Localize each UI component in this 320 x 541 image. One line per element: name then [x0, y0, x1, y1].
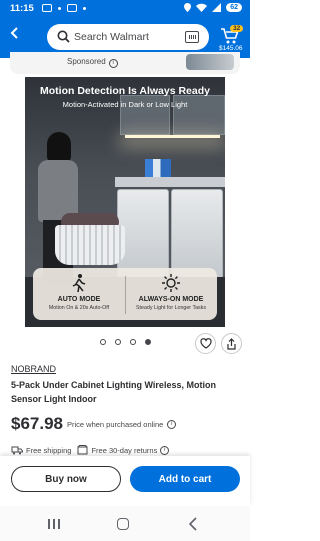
notification-dot-icon [58, 6, 61, 10]
cart-total: $145.06 [219, 45, 243, 52]
notification-app-icon [42, 4, 52, 12]
product-price: $67.98 [11, 414, 63, 433]
home-icon[interactable] [117, 518, 129, 530]
status-bar: 11:15 62 [0, 0, 250, 19]
purchase-bar: Buy now Add to cart [0, 456, 250, 506]
dryer [171, 189, 223, 279]
free-returns-badge: Free 30-day returns i [77, 445, 170, 455]
wifi-icon [196, 3, 208, 12]
battery-icon: 62 [226, 3, 242, 12]
counter-shelf [115, 177, 225, 187]
system-nav-bar [0, 506, 250, 541]
back-nav-icon[interactable] [188, 517, 198, 531]
carousel-dot[interactable] [100, 339, 106, 345]
product-title: 5-Pack Under Cabinet Lighting Wireless, … [11, 380, 216, 404]
notification-app-icon [67, 4, 77, 12]
favorite-button[interactable] [195, 333, 216, 354]
add-to-cart-button[interactable]: Add to cart [130, 466, 240, 492]
returns-text: Free 30-day returns [91, 445, 158, 455]
price-note-text: Price when purchased online [67, 420, 164, 429]
carousel-dot[interactable] [130, 339, 136, 345]
shipping-text: Free shipping [26, 445, 72, 455]
sponsored-card[interactable]: Sponsored i [10, 52, 240, 74]
system-icons: 62 [184, 3, 242, 12]
notification-dot-icon [83, 6, 86, 10]
price-note: Price when purchased online i [67, 420, 177, 429]
cart-button[interactable]: 32 $145.06 [217, 23, 247, 55]
modes-panel: AUTO MODE Motion On & 20s Auto-Off ALWAY… [33, 268, 217, 320]
mode-subtitle: Steady Light for Longer Tasks [136, 305, 206, 311]
recents-icon[interactable] [48, 519, 60, 529]
truck-icon [11, 446, 23, 454]
mode-auto: AUTO MODE Motion On & 20s Auto-Off [33, 272, 125, 318]
carousel-dot-active[interactable] [145, 339, 151, 345]
walking-person-icon [72, 274, 86, 293]
signal-icon [212, 3, 222, 12]
chevron-left-icon [10, 27, 18, 39]
barcode-scan-icon[interactable] [185, 31, 199, 43]
share-icon [227, 338, 236, 350]
carousel-dot[interactable] [115, 339, 121, 345]
status-time: 11:15 [10, 3, 34, 14]
free-shipping-badge: Free shipping [11, 445, 71, 455]
image-headline: Motion Detection Is Always Ready [40, 85, 210, 97]
mode-subtitle: Motion On & 20s Auto-Off [48, 305, 110, 311]
return-box-icon [77, 445, 88, 455]
search-icon [57, 30, 70, 43]
cart-count-badge: 32 [230, 25, 244, 32]
search-bar[interactable] [47, 24, 209, 50]
heart-icon [199, 338, 212, 349]
back-button[interactable] [8, 26, 26, 44]
light-strip [125, 135, 220, 138]
mode-title: ALWAYS-ON MODE [138, 296, 204, 303]
mode-title: AUTO MODE [57, 296, 101, 303]
share-button[interactable] [221, 333, 242, 354]
buy-now-button[interactable]: Buy now [11, 466, 121, 492]
detergent-bottles [145, 159, 171, 179]
badges-row: Free shipping Free 30-day returns i [11, 445, 170, 455]
app-header: 11:15 62 32 $145.06 [0, 0, 250, 58]
search-input[interactable] [74, 29, 179, 45]
sponsored-text: Sponsored i [67, 57, 118, 68]
info-icon[interactable]: i [160, 445, 170, 455]
sun-icon [162, 274, 180, 292]
product-image[interactable]: Motion Detection Is Always Ready Motion-… [25, 77, 225, 327]
image-subheadline: Motion-Activated in Dark or Low Light [62, 100, 188, 109]
location-icon [184, 3, 192, 12]
notification-icons [42, 4, 86, 12]
mode-always-on: ALWAYS-ON MODE Steady Light for Longer T… [125, 272, 217, 318]
brand-link[interactable]: NOBRAND [11, 364, 56, 374]
sponsored-label: Sponsored [67, 57, 106, 66]
laundry-basket [55, 225, 125, 265]
carousel-indicator [100, 339, 151, 345]
sponsored-thumbnail [186, 54, 234, 70]
info-icon[interactable]: i [167, 420, 177, 429]
info-icon[interactable]: i [108, 59, 118, 68]
